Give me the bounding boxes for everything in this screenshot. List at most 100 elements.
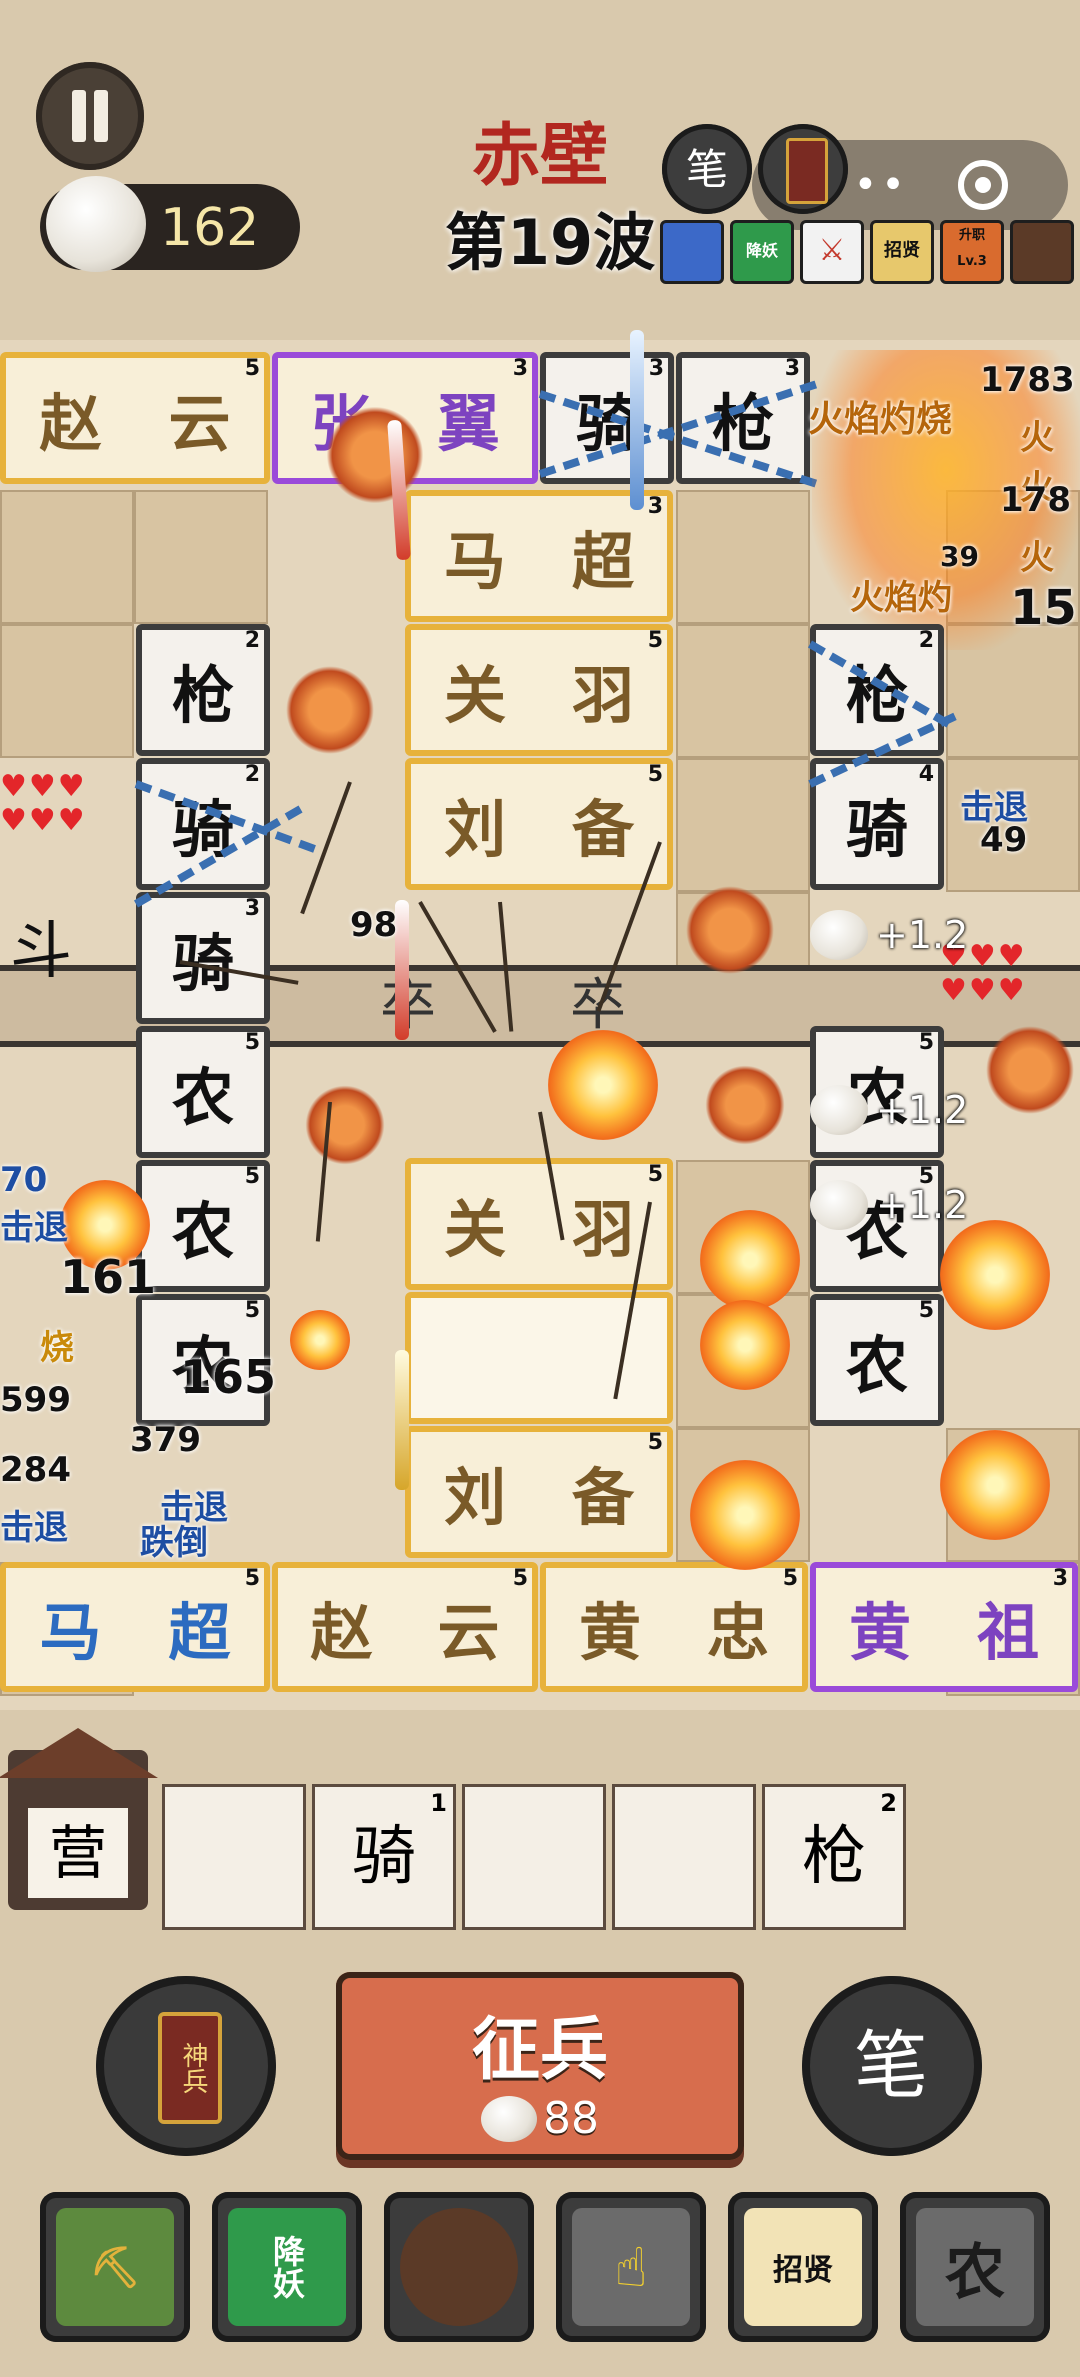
buff-recruit-icon: 招贤 — [870, 220, 934, 284]
enemy-soldier: 卒 — [570, 973, 626, 1038]
card-icon — [786, 138, 828, 204]
divine-weapon-button[interactable] — [758, 124, 848, 214]
recruit-button[interactable]: 征兵 88 — [336, 1972, 744, 2160]
grid-cell[interactable] — [134, 490, 268, 624]
bench-slot[interactable] — [462, 1784, 606, 1930]
general-card-guanyu-lower[interactable]: 关 羽 5 — [405, 1158, 673, 1290]
fire-burn-text: 火焰灼烧 — [808, 399, 953, 440]
bench-slot-cavalry[interactable]: 骑 1 — [312, 1784, 456, 1930]
fire-text: 火 — [1020, 418, 1054, 458]
steamed-bun-icon — [481, 2095, 537, 2142]
recruit-talent-button[interactable]: 招贤 — [728, 2192, 878, 2342]
general-card-liubei-upper[interactable]: 刘 备 5 — [405, 758, 673, 890]
damage-number: 165 — [180, 1350, 277, 1404]
coin-counter: 162 — [40, 176, 300, 272]
smoke-effect — [680, 880, 780, 980]
stage-title: 赤壁 — [471, 116, 608, 196]
general-card-huangzu[interactable]: 黄 祖 3 — [810, 1562, 1078, 1692]
coin-gain: +1.2 — [810, 910, 968, 960]
pen-skill-button[interactable]: 笔 — [662, 124, 752, 214]
divine-weapon-round-button[interactable]: 神兵 — [96, 1976, 276, 2156]
battle-board: 赵 云 5 张 翼 3 骑 3 枪 3 马 超 3 关 羽 5 刘 备 5 卒 … — [0, 330, 1080, 1710]
heart-icons: ♥♥♥ ♥♥♥ — [0, 769, 87, 838]
soldier-card-spear-right[interactable]: 枪 2 — [810, 624, 944, 756]
bench-slot[interactable] — [612, 1784, 756, 1930]
pen-round-button[interactable]: 笔 — [802, 1976, 982, 2156]
burn-text: 烧 — [40, 1328, 74, 1368]
bench-slot-spear[interactable]: 枪 2 — [762, 1784, 906, 1930]
grid-cell[interactable] — [676, 758, 810, 892]
coin-gain: +1.2 — [810, 1180, 968, 1230]
farmer-button[interactable]: 农 — [900, 2192, 1050, 2342]
general-card-zhaoyun-bottom[interactable]: 赵 云 5 — [272, 1562, 538, 1692]
damage-number: 70 — [0, 1160, 48, 1200]
buff-blue-icon — [660, 220, 724, 284]
smoke-effect — [300, 1080, 390, 1170]
coin-amount: 162 — [160, 198, 260, 258]
dig-chest-button[interactable]: ☝ — [556, 2192, 706, 2342]
empty-general-slot[interactable] — [405, 1292, 673, 1424]
pen-icon: 笔 — [854, 2023, 928, 2109]
farmer-icon: 农 — [916, 2208, 1034, 2326]
grid-cell[interactable] — [0, 490, 134, 624]
soldier-card-cavalry-left-2[interactable]: 骑 3 — [136, 892, 270, 1024]
buff-weapons-icon: ⚔ — [800, 220, 864, 284]
general-card-guanyu-upper[interactable]: 关 羽 5 — [405, 624, 673, 756]
explosion-effect — [700, 1210, 800, 1310]
chest-dig-icon: ☝ — [572, 2208, 690, 2326]
grid-cell[interactable] — [676, 624, 810, 758]
smoke-effect — [700, 1060, 790, 1150]
general-card-machao-center[interactable]: 马 超 3 — [405, 490, 673, 622]
subdue-icon: 降妖 — [228, 2208, 346, 2326]
general-card-machao-bottom[interactable]: 马 超 5 — [0, 1562, 270, 1692]
camp-button[interactable]: 营 — [0, 1728, 158, 1910]
general-card-huangzhong[interactable]: 黄 忠 5 — [540, 1562, 808, 1692]
soldier-card-farmer-right-3[interactable]: 农 5 — [810, 1294, 944, 1426]
steamed-bun-icon — [810, 1180, 868, 1230]
close-target-icon[interactable] — [958, 160, 1008, 210]
general-card-zhaoyun-top[interactable]: 赵 云 5 — [0, 352, 270, 484]
sword-icon — [395, 1350, 409, 1490]
explosion-effect — [548, 1030, 658, 1140]
knockdown-text: 跌倒 — [140, 1523, 208, 1563]
stone-button[interactable] — [384, 2192, 534, 2342]
stone-icon — [400, 2208, 518, 2326]
grid-cell[interactable] — [676, 490, 810, 624]
damage-number: 178 — [1000, 480, 1071, 520]
damage-number: 15 — [1010, 580, 1077, 636]
soldier-card-farmer-left-2[interactable]: 农 5 — [136, 1160, 270, 1292]
damage-number: 284 — [0, 1450, 71, 1490]
subdue-demons-button[interactable]: 降妖 — [212, 2192, 362, 2342]
steamed-bun-icon — [810, 910, 868, 960]
steamed-bun-icon — [46, 176, 146, 272]
steamed-bun-icon — [810, 1085, 868, 1135]
bench-slot[interactable] — [162, 1784, 306, 1930]
soldier-card-spear-left[interactable]: 枪 2 — [136, 624, 270, 756]
smoke-effect — [320, 400, 430, 510]
shovel-button[interactable]: ⛏ — [40, 2192, 190, 2342]
damage-number: 161 — [60, 1250, 157, 1304]
smoke-effect — [980, 1020, 1080, 1120]
general-card-liubei-lower[interactable]: 刘 备 5 — [405, 1426, 673, 1558]
fire-burn-text: 火焰灼 — [850, 578, 952, 618]
damage-number: 49 — [980, 820, 1028, 860]
explosion-effect — [940, 1430, 1050, 1540]
knockback-text: 击退 — [0, 1508, 68, 1548]
explosion-effect — [290, 1310, 350, 1370]
buff-stone-icon — [1010, 220, 1074, 284]
smoke-effect — [280, 660, 380, 760]
explosion-effect — [940, 1220, 1050, 1330]
explosion-effect — [700, 1300, 790, 1390]
divine-card-icon: 神兵 — [158, 2012, 222, 2124]
enemy-dou: 斗 — [10, 914, 73, 987]
knockback-text: 击退 — [0, 1208, 68, 1248]
pause-button[interactable] — [36, 62, 144, 170]
buff-promotion-icon: 升职 Lv.3 — [940, 220, 1004, 284]
grid-cell[interactable] — [0, 624, 134, 758]
damage-number: 39 — [940, 540, 979, 573]
soldier-card-farmer-left-1[interactable]: 农 5 — [136, 1026, 270, 1158]
wave-label: 第19波 — [444, 206, 656, 279]
fire-text: 火 — [1020, 538, 1054, 578]
damage-number: 379 — [130, 1420, 201, 1460]
buff-subdue-icon: 降妖 — [730, 220, 794, 284]
